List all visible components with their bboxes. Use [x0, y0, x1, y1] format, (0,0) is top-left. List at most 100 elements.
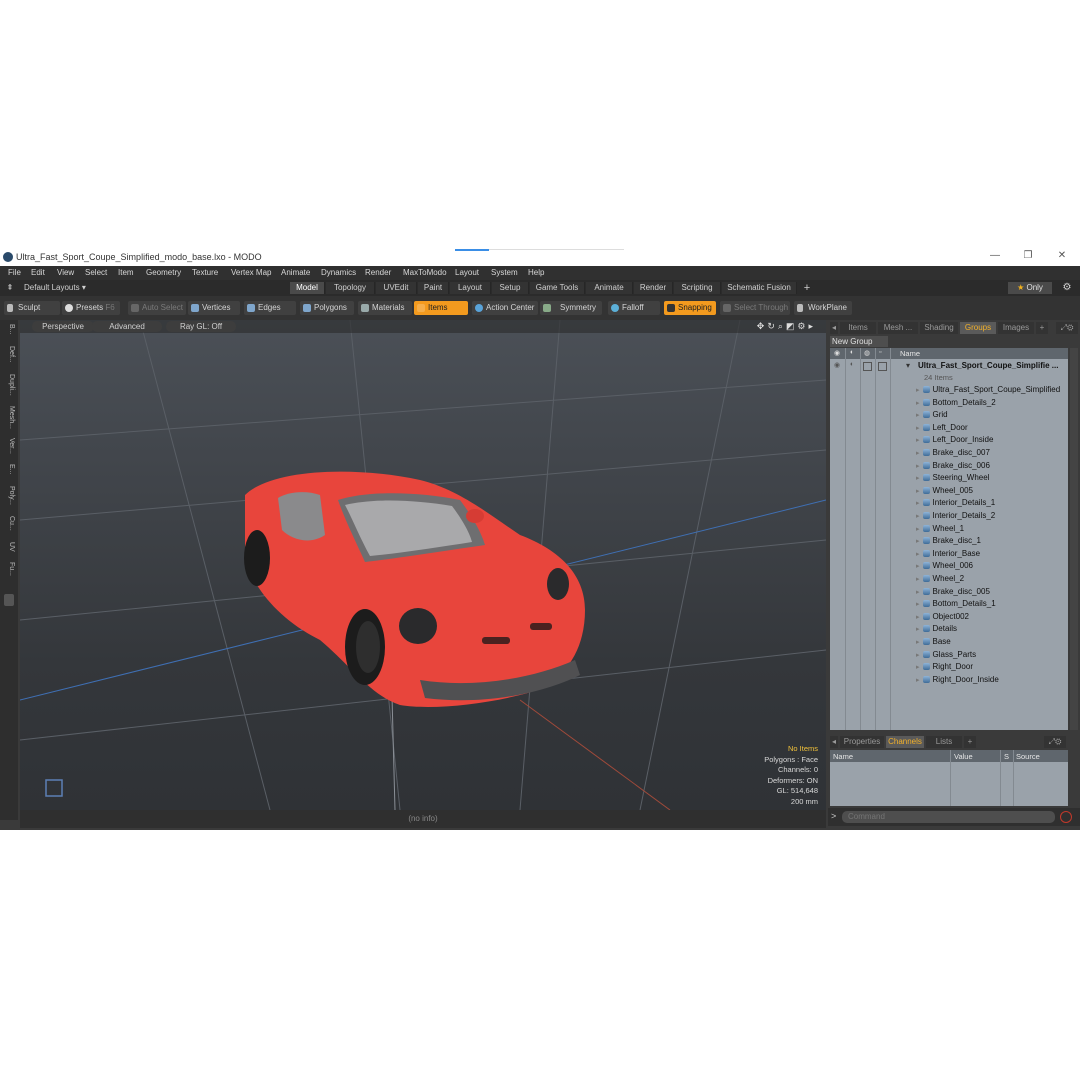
panel-options-icon[interactable]: ⤢⚙: [1056, 322, 1078, 334]
tab-images[interactable]: Images: [998, 322, 1034, 334]
list-item[interactable]: ▸ Wheel_005: [916, 486, 973, 498]
expand-arrow-icon[interactable]: ▸: [916, 601, 920, 608]
channel-value-header[interactable]: Value: [954, 752, 973, 761]
list-item[interactable]: ▸ Right_Door: [916, 662, 973, 674]
minimize-button[interactable]: —: [985, 250, 1005, 264]
panel-collapse-icon[interactable]: ◂: [830, 322, 838, 334]
list-item[interactable]: ▸ Base: [916, 637, 951, 649]
select-through-button[interactable]: Select Through: [720, 301, 790, 315]
expand-arrow-icon[interactable]: ▸: [916, 538, 920, 545]
expand-arrow-icon[interactable]: ▸: [916, 475, 920, 482]
command-input[interactable]: [842, 811, 1055, 823]
strip-tab-deform[interactable]: Def...: [3, 346, 15, 363]
expand-arrow-icon[interactable]: ▸: [916, 387, 920, 394]
group-row[interactable]: ◉ ◐ ▾ Ultra_Fast_Sport_Coupe_Simplifie .…: [830, 361, 1068, 371]
list-item[interactable]: ▸ Left_Door: [916, 423, 968, 435]
list-item[interactable]: ▸ Wheel_006: [916, 561, 973, 573]
strip-expand-button[interactable]: [4, 594, 14, 606]
expand-arrow-icon[interactable]: ▸: [916, 677, 920, 684]
expand-arrow-icon[interactable]: ▸: [916, 626, 920, 633]
expand-arrow-icon[interactable]: ▸: [916, 412, 920, 419]
sport-coupe-model[interactable]: [244, 471, 585, 707]
menu-geometry[interactable]: Geometry: [146, 268, 181, 277]
group-expand-icon[interactable]: ▾: [906, 361, 910, 370]
expand-arrow-icon[interactable]: ▸: [916, 513, 920, 520]
materials-button[interactable]: Materials: [358, 301, 412, 315]
channel-name-header[interactable]: Name: [833, 752, 853, 761]
tab-layout[interactable]: Layout: [450, 282, 491, 294]
visibility-icon[interactable]: ◉: [834, 361, 840, 369]
strip-tab-basic[interactable]: B...: [3, 324, 15, 335]
only-button[interactable]: ★ Only: [1008, 282, 1052, 294]
action-center-button[interactable]: Action Center: [472, 301, 538, 315]
expand-arrow-icon[interactable]: ▸: [916, 425, 920, 432]
list-item[interactable]: ▸ Interior_Base: [916, 549, 980, 561]
strip-tab-uv[interactable]: UV: [3, 542, 15, 552]
expand-arrow-icon[interactable]: ▸: [916, 500, 920, 507]
properties-collapse-icon[interactable]: ◂: [830, 736, 838, 748]
render-toggle-icon[interactable]: ◐: [850, 361, 854, 368]
list-scrollbar[interactable]: [1070, 348, 1078, 730]
list-item[interactable]: ▸ Wheel_1: [916, 524, 964, 536]
list-item[interactable]: ▸ Brake_disc_007: [916, 448, 990, 460]
close-button[interactable]: ✕: [1052, 250, 1072, 264]
list-item[interactable]: ▸ Glass_Parts: [916, 650, 976, 662]
list-item[interactable]: ▸ Right_Door_Inside: [916, 675, 999, 687]
strip-tab-fusion[interactable]: Fu...: [3, 562, 15, 576]
menu-render[interactable]: Render: [365, 268, 391, 277]
strip-tab-mesh-edit[interactable]: Mesh...: [3, 406, 15, 429]
list-item[interactable]: ▸ Brake_disc_005: [916, 587, 990, 599]
expand-arrow-icon[interactable]: ▸: [916, 563, 920, 570]
tab-mesh[interactable]: Mesh ...: [878, 322, 918, 334]
list-item[interactable]: ▸ Bottom_Details_1: [916, 599, 996, 611]
lock-checkbox[interactable]: [878, 362, 887, 371]
list-item[interactable]: ▸ Steering_Wheel: [916, 473, 989, 485]
expand-arrow-icon[interactable]: ▸: [916, 614, 920, 621]
expand-arrow-icon[interactable]: ▸: [916, 664, 920, 671]
expand-arrow-icon[interactable]: ▸: [916, 450, 920, 457]
list-item[interactable]: ▸ Ultra_Fast_Sport_Coupe_Simplified: [916, 385, 1060, 397]
select-checkbox[interactable]: [863, 362, 872, 371]
symmetry-button[interactable]: Symmetry: [540, 301, 602, 315]
maximize-button[interactable]: ❐: [1018, 250, 1038, 264]
items-button[interactable]: Items: [414, 301, 468, 315]
tab-groups[interactable]: Groups: [960, 322, 996, 334]
menu-select[interactable]: Select: [85, 268, 107, 277]
expand-arrow-icon[interactable]: ▸: [916, 589, 920, 596]
channel-source-header[interactable]: Source: [1016, 752, 1040, 761]
strip-tab-vertex[interactable]: Ver...: [3, 438, 15, 454]
default-layouts-dropdown[interactable]: Default Layouts ▾: [24, 282, 94, 294]
expand-arrow-icon[interactable]: ▸: [916, 639, 920, 646]
menu-view[interactable]: View: [57, 268, 74, 277]
layout-expand-icon[interactable]: ⇞: [4, 282, 16, 294]
vertices-button[interactable]: Vertices: [188, 301, 240, 315]
tab-topology[interactable]: Topology: [326, 282, 375, 294]
menu-animate[interactable]: Animate: [281, 268, 310, 277]
command-history-icon[interactable]: [1060, 811, 1072, 823]
tab-shading[interactable]: Shading: [920, 322, 958, 334]
strip-tab-polygon[interactable]: Poly...: [3, 486, 15, 505]
tab-items[interactable]: Items: [840, 322, 876, 334]
menu-item[interactable]: Item: [118, 268, 134, 277]
edges-button[interactable]: Edges: [244, 301, 296, 315]
name-column-header[interactable]: Name: [900, 349, 920, 358]
strip-tab-duplicate[interactable]: Dupli...: [3, 374, 15, 396]
expand-arrow-icon[interactable]: ▸: [916, 576, 920, 583]
menu-vertex-map[interactable]: Vertex Map: [231, 268, 271, 277]
gear-icon[interactable]: ⚙: [1060, 282, 1074, 294]
tab-schematic-fusion[interactable]: Schematic Fusion: [722, 282, 797, 294]
menu-file[interactable]: File: [8, 268, 21, 277]
list-item[interactable]: ▸ Brake_disc_006: [916, 461, 990, 473]
auto-select-button[interactable]: Auto Select: [128, 301, 186, 315]
tab-channels[interactable]: Channels: [886, 736, 924, 748]
menu-system[interactable]: System: [491, 268, 518, 277]
menu-texture[interactable]: Texture: [192, 268, 218, 277]
add-layout-button[interactable]: +: [800, 282, 814, 294]
workplane-button[interactable]: WorkPlane: [794, 301, 852, 315]
expand-arrow-icon[interactable]: ▸: [916, 437, 920, 444]
add-properties-tab-button[interactable]: +: [964, 736, 976, 748]
tab-properties[interactable]: Properties: [840, 736, 884, 748]
menu-layout[interactable]: Layout: [455, 268, 479, 277]
sculpt-button[interactable]: Sculpt: [4, 301, 60, 315]
advanced-dropdown[interactable]: Advanced: [92, 321, 162, 332]
